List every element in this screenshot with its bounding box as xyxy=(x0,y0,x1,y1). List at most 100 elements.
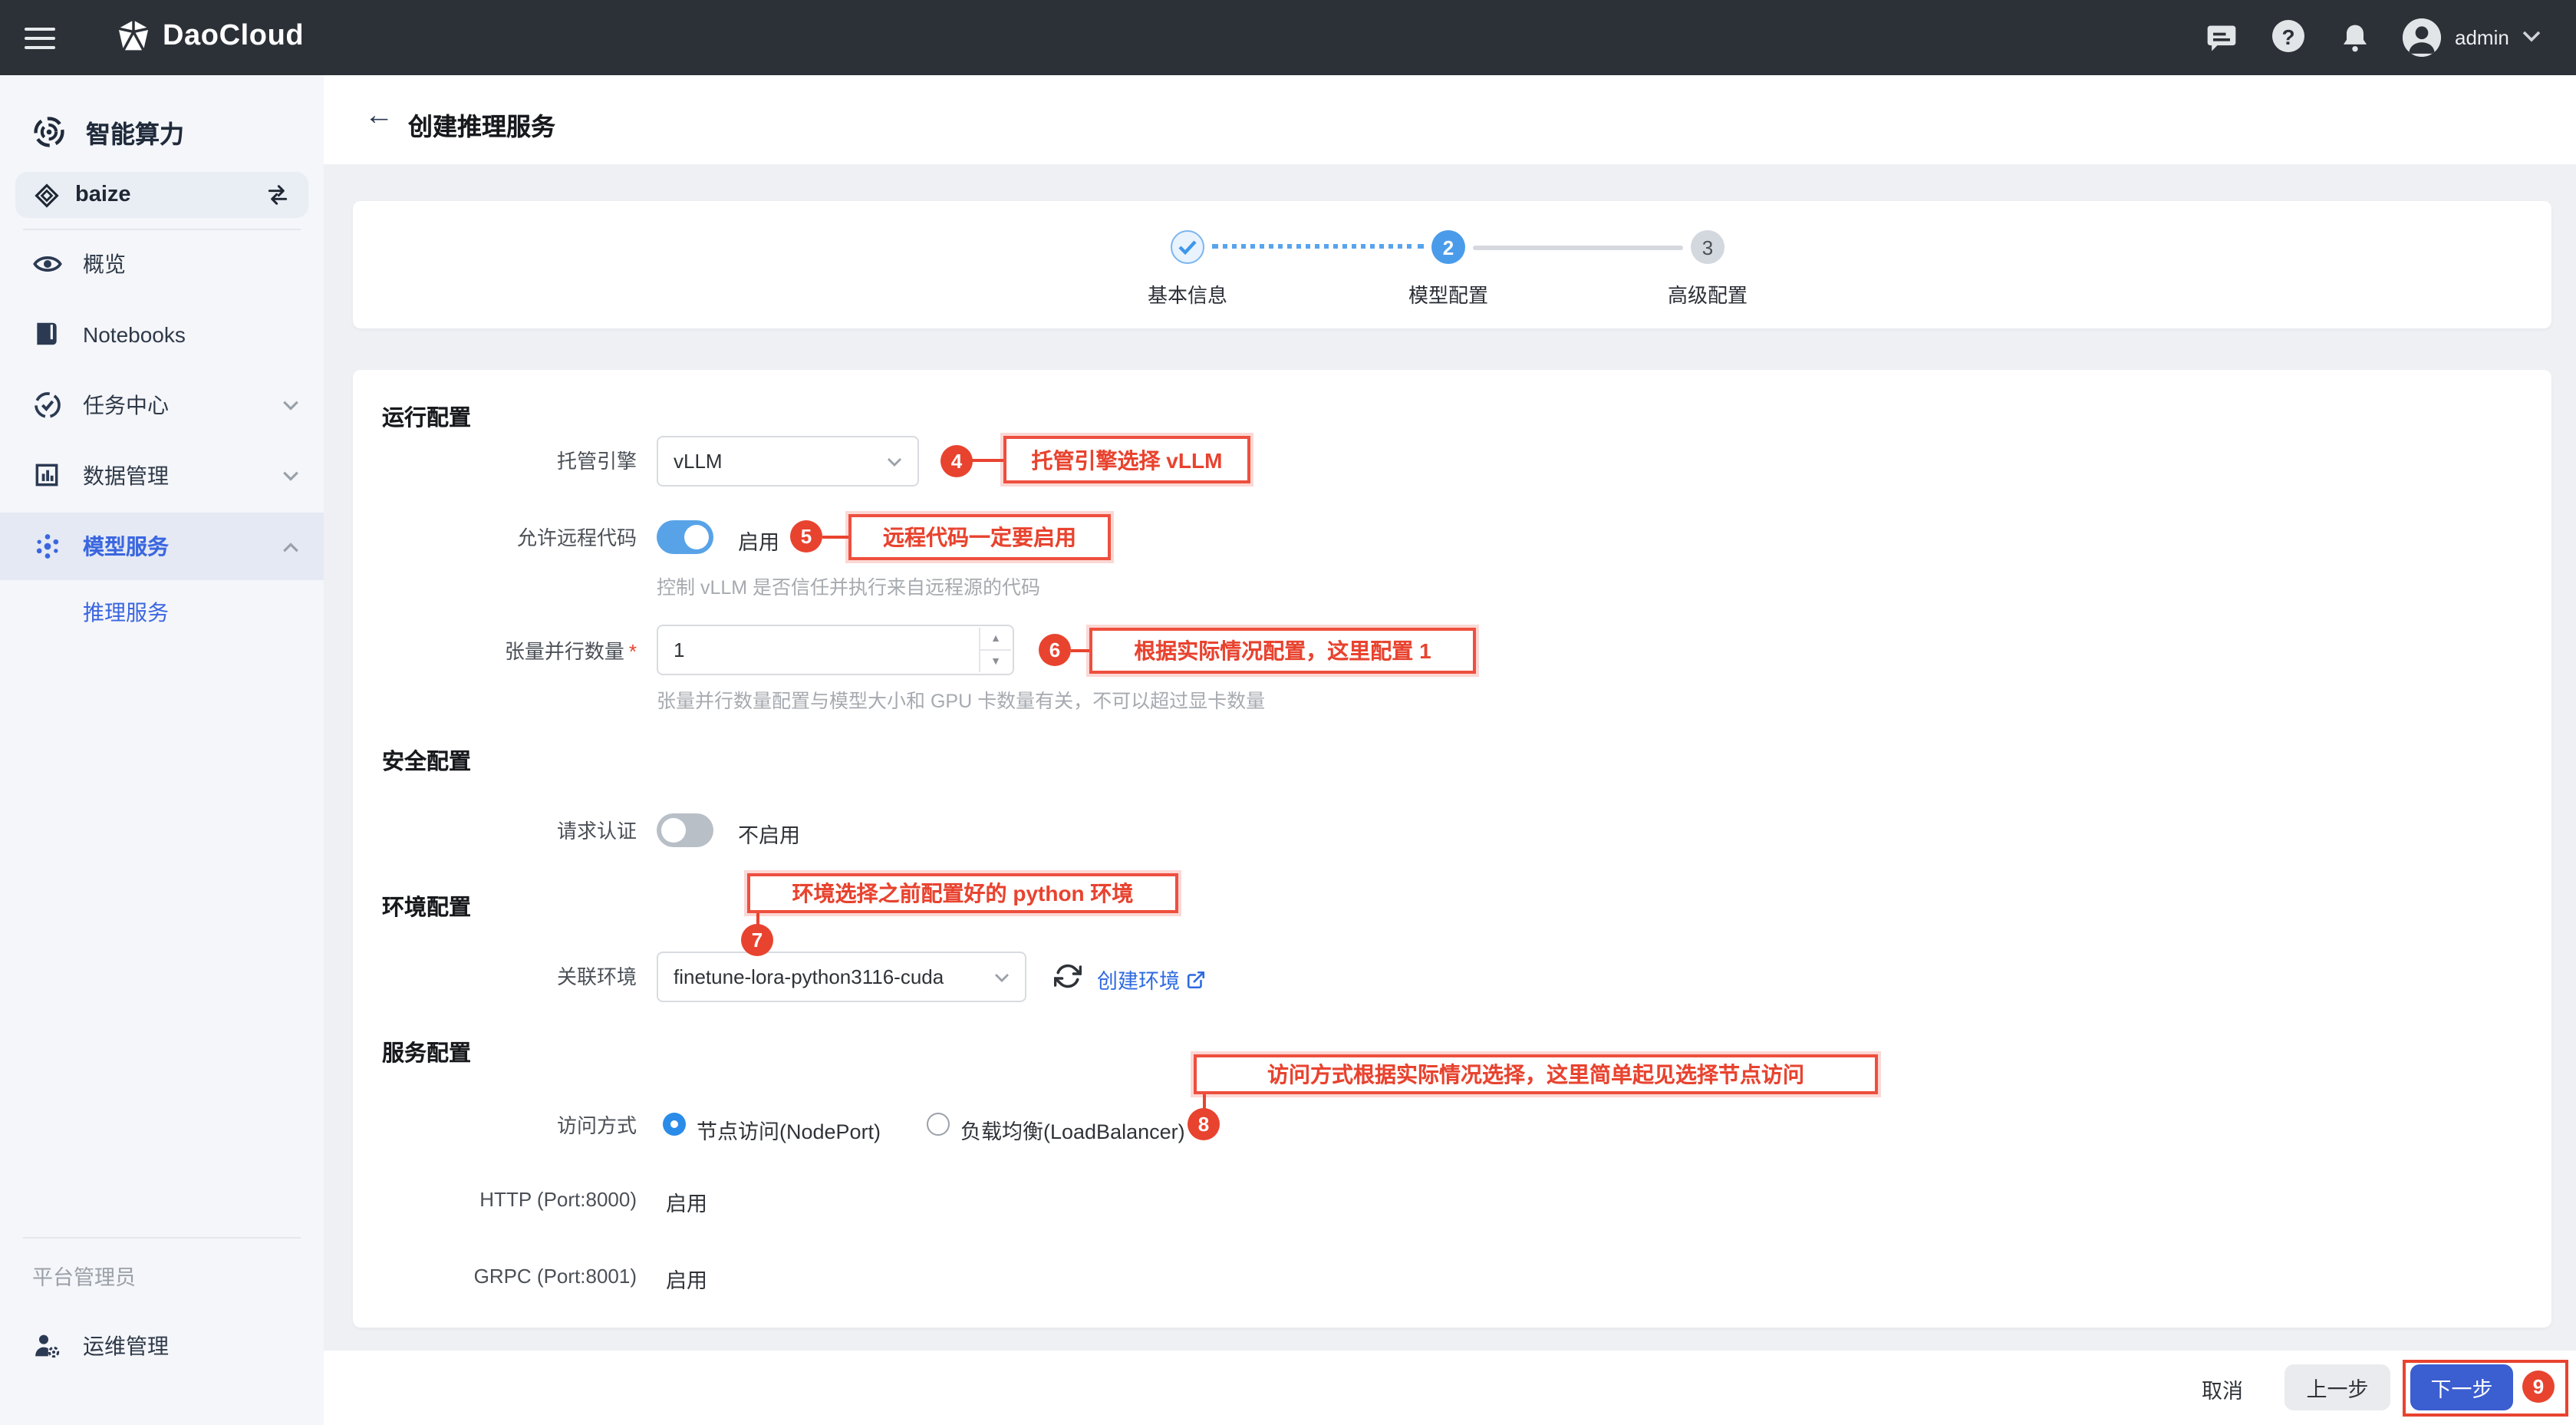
tensor-parallel-input-wrap: ▲ ▼ xyxy=(657,625,1014,675)
section-security-config: 安全配置 xyxy=(382,744,471,777)
sidebar-subitem-inference[interactable]: 推理服务 xyxy=(0,582,324,643)
sidebar-subitem-label: 推理服务 xyxy=(83,597,169,628)
external-link-icon xyxy=(1186,969,1206,989)
sidebar-item-label: 任务中心 xyxy=(83,390,282,421)
step-2-label: 模型配置 xyxy=(1372,279,1525,308)
chevron-down-icon xyxy=(887,457,902,466)
annotation-badge-7: 7 xyxy=(741,924,773,956)
step-3-circle[interactable]: 3 xyxy=(1691,230,1724,264)
workspace-selector[interactable]: baize xyxy=(15,172,308,218)
chevron-down-icon[interactable] xyxy=(2522,31,2541,43)
help-icon[interactable]: ? xyxy=(2272,20,2304,52)
step-1-done-icon[interactable] xyxy=(1171,230,1204,264)
menu-icon[interactable] xyxy=(25,21,55,52)
radio-nodeport-label[interactable]: 节点访问(NodePort) xyxy=(697,1114,881,1145)
remote-code-toggle[interactable] xyxy=(657,520,713,554)
sidebar-item-label: 运维管理 xyxy=(83,1331,324,1361)
next-step-button[interactable]: 下一步 xyxy=(2410,1364,2513,1410)
workspace-name: baize xyxy=(75,183,265,207)
radio-loadbalancer[interactable] xyxy=(927,1113,950,1136)
bell-icon[interactable] xyxy=(2338,21,2372,55)
engine-label: 托管引擎 xyxy=(407,448,637,474)
create-env-link[interactable]: 创建环境 xyxy=(1097,964,1206,995)
sidebar-item-data-management[interactable]: 数据管理 xyxy=(0,442,324,510)
create-env-link-label: 创建环境 xyxy=(1097,964,1180,995)
form-card: 运行配置 托管引擎 vLLM 4 托管引擎选择 vLLM 允许远程代码 启用 5… xyxy=(353,370,2551,1328)
topbar: DaoCloud ? admin xyxy=(0,0,2576,75)
chevron-down-icon xyxy=(282,470,299,481)
username[interactable]: admin xyxy=(2455,26,2509,49)
avatar[interactable] xyxy=(2403,18,2441,57)
tensor-parallel-input[interactable] xyxy=(658,626,965,674)
annotation-line-6 xyxy=(1071,649,1089,652)
user-gear-icon xyxy=(32,1331,63,1361)
auth-state: 不启用 xyxy=(738,818,800,849)
sidebar-item-label: 概览 xyxy=(83,249,324,279)
annotation-note-4: 托管引擎选择 vLLM xyxy=(1003,436,1250,483)
number-stepper: ▲ ▼ xyxy=(979,628,1011,672)
remote-code-state: 启用 xyxy=(738,525,779,556)
step-connector-dotted xyxy=(1212,244,1424,249)
sidebar-item-overview[interactable]: 概览 xyxy=(0,230,324,298)
engine-value: vLLM xyxy=(674,450,878,473)
annotation-badge-6: 6 xyxy=(1039,634,1071,666)
tensor-parallel-help: 张量并行数量配置与模型大小和 GPU 卡数量有关，不可以超过显卡数量 xyxy=(657,684,1265,714)
http-port-label: HTTP (Port:8000) xyxy=(407,1186,637,1212)
refresh-icon[interactable] xyxy=(1054,962,1082,990)
section-runtime-config: 运行配置 xyxy=(382,401,471,433)
annotation-note-5: 远程代码一定要启用 xyxy=(848,514,1111,560)
stepper-card: 2 3 基本信息 模型配置 高级配置 xyxy=(353,201,2551,328)
workspace-gem-icon xyxy=(34,182,60,208)
module-target-icon xyxy=(32,115,66,149)
env-label: 关联环境 xyxy=(407,964,637,990)
radio-nodeport[interactable] xyxy=(663,1113,686,1136)
sidebar-item-label: 模型服务 xyxy=(83,531,282,562)
sidebar-item-task-center[interactable]: 任务中心 xyxy=(0,371,324,439)
sidebar-item-notebooks[interactable]: Notebooks xyxy=(0,301,324,368)
step-3-label: 高级配置 xyxy=(1631,279,1784,308)
chevron-down-icon xyxy=(994,972,1010,981)
annotation-badge-8: 8 xyxy=(1188,1108,1220,1140)
back-arrow-icon[interactable]: ← xyxy=(361,100,397,134)
prev-step-button[interactable]: 上一步 xyxy=(2284,1364,2390,1410)
auth-toggle[interactable] xyxy=(657,813,713,847)
message-icon[interactable] xyxy=(2205,21,2238,55)
remote-code-label: 允许远程代码 xyxy=(407,525,637,551)
module-header: 智能算力 xyxy=(0,98,324,166)
annotation-line-8 xyxy=(1203,1094,1206,1110)
engine-select[interactable]: vLLM xyxy=(657,436,919,487)
cancel-button[interactable]: 取消 xyxy=(2202,1374,2243,1404)
sidebar-item-label: Notebooks xyxy=(83,322,324,347)
main-area: ← 创建推理服务 2 3 基本信息 模型配置 高级配置 运行配置 托管引擎 vL… xyxy=(324,75,2576,1425)
annotation-badge-4: 4 xyxy=(940,445,973,477)
sidebar: 智能算力 baize 概览 Notebooks xyxy=(0,75,325,1425)
sidebar-item-model-services[interactable]: 模型服务 xyxy=(0,513,324,580)
switch-workspace-icon[interactable] xyxy=(265,183,290,207)
stepper-down-icon[interactable]: ▼ xyxy=(980,651,1011,672)
env-select[interactable]: finetune-lora-python3116-cuda xyxy=(657,952,1026,1002)
molecule-icon xyxy=(32,531,63,562)
step-connector-solid xyxy=(1473,245,1683,250)
annotation-note-8: 访问方式根据实际情况选择，这里简单起见选择节点访问 xyxy=(1194,1054,1878,1094)
eye-icon xyxy=(32,249,63,279)
page-header: ← 创建推理服务 xyxy=(324,75,2576,164)
step-2-circle[interactable]: 2 xyxy=(1431,230,1465,264)
data-chart-icon xyxy=(32,460,63,491)
sidebar-item-label: 数据管理 xyxy=(83,460,282,491)
access-mode-label: 访问方式 xyxy=(407,1113,637,1139)
step-1-label: 基本信息 xyxy=(1111,279,1264,308)
radio-loadbalancer-label[interactable]: 负载均衡(LoadBalancer) xyxy=(960,1114,1185,1145)
daocloud-logo-icon xyxy=(114,17,153,57)
annotation-note-7: 环境选择之前配置好的 python 环境 xyxy=(747,873,1178,913)
app-window: DaoCloud ? admin 智能算力 baize xyxy=(0,0,2576,1425)
grpc-port-value: 启用 xyxy=(666,1263,707,1294)
stepper-up-icon[interactable]: ▲ xyxy=(980,628,1011,651)
chevron-up-icon xyxy=(282,541,299,552)
section-service-config: 服务配置 xyxy=(382,1036,471,1068)
auth-label: 请求认证 xyxy=(407,818,637,844)
sidebar-item-ops-management[interactable]: 运维管理 xyxy=(0,1312,324,1380)
chevron-down-icon xyxy=(282,400,299,411)
book-icon xyxy=(32,319,63,350)
brand-name: DaoCloud xyxy=(163,20,304,54)
annotation-badge-9: 9 xyxy=(2522,1371,2555,1403)
